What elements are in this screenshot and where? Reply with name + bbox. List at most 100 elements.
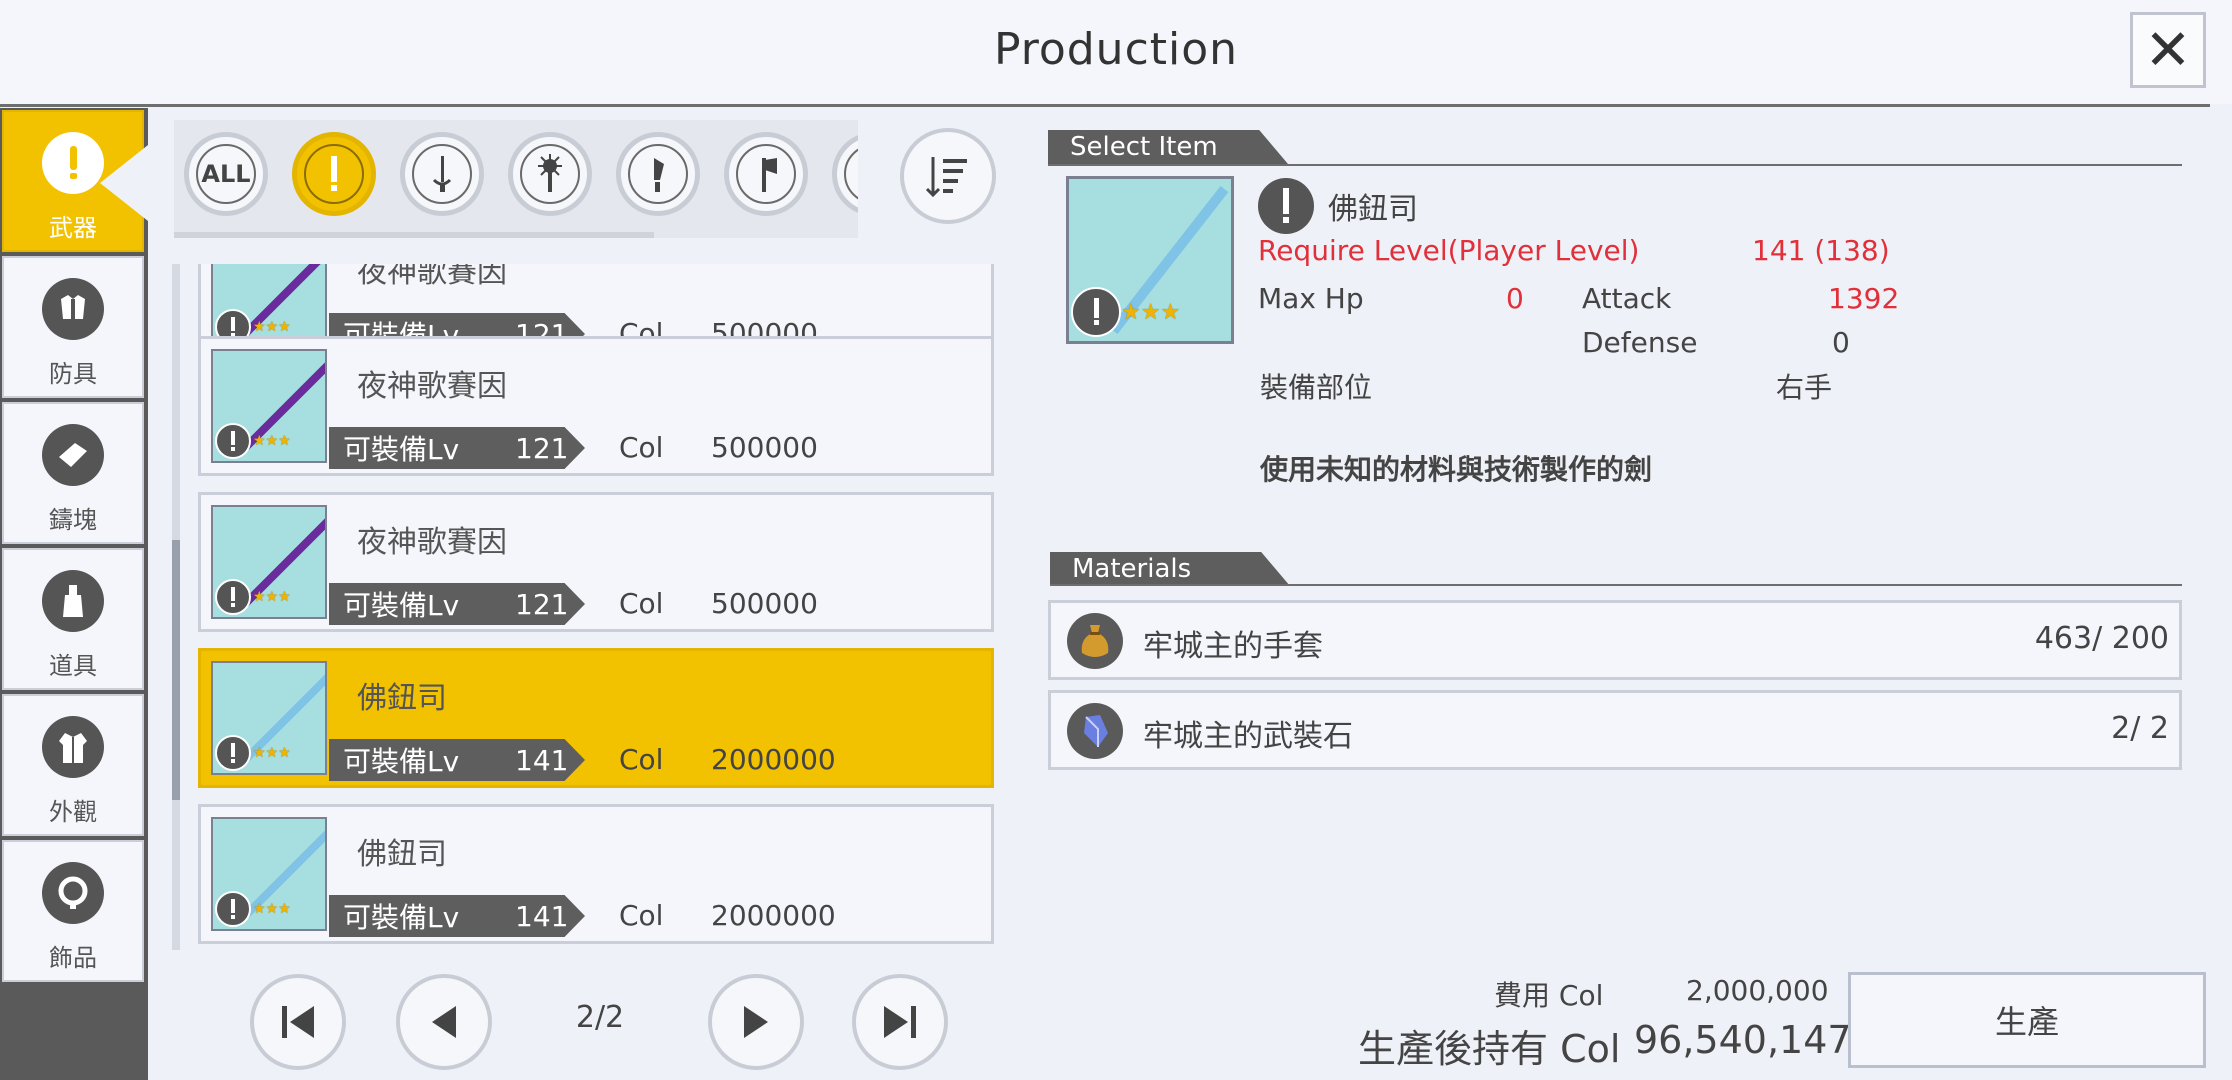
filter-axe-button[interactable] (724, 132, 808, 216)
rarity-stars: ★★★ (253, 319, 291, 335)
spear-icon (844, 144, 858, 204)
equip-slot-value: 右手 (1776, 371, 1833, 404)
sword-type-icon (215, 579, 251, 615)
filter-sword-button[interactable] (292, 132, 376, 216)
item-name: 夜神歌賽因 (357, 264, 507, 290)
material-row[interactable]: 牢城主的手套 463/ 200 (1048, 600, 2182, 680)
sword-type-icon (215, 423, 251, 459)
pouch-icon (1067, 613, 1123, 669)
next-page-button[interactable] (708, 974, 804, 1070)
materials-header: Materials (1050, 552, 1290, 586)
equip-slot-label: 裝備部位 (1260, 371, 1373, 404)
level-label: 可裝備Lv (343, 901, 460, 934)
col-value: 2000000 (711, 743, 836, 776)
page-title: Production (993, 24, 1239, 75)
item-thumbnail: ★★★ (211, 661, 327, 775)
level-bar: 可裝備Lv 121 (329, 583, 585, 625)
item-name: 佛鈕司 (357, 837, 447, 872)
armor-icon (42, 278, 104, 340)
category-label: 防具 (49, 360, 97, 388)
category-label: 鑄塊 (49, 506, 97, 534)
item-row[interactable]: ★★★ 佛鈕司 可裝備Lv 141 Col 2000000 (198, 804, 994, 944)
col-label: Col (619, 587, 664, 620)
section-divider (1048, 164, 2182, 166)
level-label: 可裝備Lv (343, 589, 460, 622)
col-value: 500000 (711, 587, 818, 620)
selected-item-name: 佛鈕司 (1328, 192, 1418, 227)
rarity-stars: ★★★ (253, 589, 291, 605)
filter-spear-button[interactable] (832, 132, 858, 216)
section-title: Select Item (1070, 132, 1218, 162)
defense-value: 0 (1832, 326, 1850, 359)
material-row[interactable]: 牢城主的武裝石 2/ 2 (1048, 690, 2182, 770)
item-thumbnail: ★★★ (211, 817, 327, 931)
level-value: 121 (515, 587, 569, 621)
category-label: 飾品 (49, 944, 97, 972)
potion-icon (42, 570, 104, 632)
sword-type-icon (1071, 287, 1121, 337)
weapon-filter-bar: ALL (174, 120, 858, 238)
remaining-col-label: 生產後持有 Col (1358, 1027, 1621, 1071)
prev-page-button[interactable] (396, 974, 492, 1070)
dagger-icon (628, 144, 688, 204)
col-label: Col (619, 743, 664, 776)
category-accessory[interactable]: 飾品 (2, 840, 144, 982)
col-value: 500000 (711, 431, 818, 464)
close-button[interactable]: ✕ (2130, 12, 2206, 88)
category-label: 外觀 (49, 798, 97, 826)
filter-rapier-button[interactable] (400, 132, 484, 216)
first-page-icon (282, 1006, 314, 1038)
close-icon: ✕ (2144, 17, 2192, 83)
sword-type-icon (215, 735, 251, 771)
sort-icon (925, 157, 967, 198)
axe-icon (736, 144, 796, 204)
category-armor[interactable]: 防具 (2, 256, 144, 398)
material-name: 牢城主的手套 (1143, 629, 1323, 664)
filter-all-button[interactable]: ALL (184, 132, 268, 216)
filter-scrollbar[interactable] (174, 232, 654, 238)
item-row[interactable]: ★★★ 夜神歌賽因 可裝備Lv 121 Col 500000 (198, 492, 994, 632)
rarity-stars: ★★★ (1121, 299, 1181, 325)
one-handed-sword-icon (1258, 178, 1314, 234)
filter-dagger-button[interactable] (616, 132, 700, 216)
material-name: 牢城主的武裝石 (1143, 719, 1353, 754)
level-value: 141 (515, 743, 569, 777)
first-page-button[interactable] (250, 974, 346, 1070)
sword-icon (42, 132, 104, 194)
category-appearance[interactable]: 外觀 (2, 694, 144, 836)
ingot-icon (42, 424, 104, 486)
item-row[interactable]: ★★★ 夜神歌賽因 可裝備Lv 121 Col 500000 (198, 336, 994, 476)
category-ingot[interactable]: 鑄塊 (2, 402, 144, 544)
max-hp-label: Max Hp (1258, 282, 1364, 315)
require-level-value: 141 (138) (1752, 234, 1890, 267)
last-page-icon (884, 1006, 916, 1038)
cost-value: 2,000,000 (1686, 974, 1829, 1007)
item-name: 佛鈕司 (357, 681, 447, 716)
sort-button[interactable] (900, 128, 996, 224)
attack-label: Attack (1582, 282, 1672, 315)
item-thumbnail: ★★★ (211, 349, 327, 463)
rarity-stars: ★★★ (253, 901, 291, 917)
item-list: ★★★ 夜神歌賽因 可裝備Lv 121 Col 500000 ★★★ 夜神歌賽因 … (172, 264, 1002, 950)
next-page-icon (744, 1006, 768, 1038)
ring-icon (42, 862, 104, 924)
crystal-icon (1067, 703, 1123, 759)
section-divider (1050, 584, 2182, 586)
item-thumbnail: ★★★ (211, 505, 327, 619)
produce-button[interactable]: 生產 (1848, 972, 2206, 1068)
sword-type-icon (215, 891, 251, 927)
coat-icon (42, 716, 104, 778)
col-label: Col (619, 899, 664, 932)
last-page-button[interactable] (852, 974, 948, 1070)
filter-label: ALL (196, 144, 256, 204)
filter-mace-button[interactable] (508, 132, 592, 216)
item-row-selected[interactable]: ★★★ 佛鈕司 可裝備Lv 141 Col 2000000 (198, 648, 994, 788)
category-sidebar: 武器 防具 鑄塊 道具 外觀 飾品 (0, 108, 148, 1080)
item-description: 使用未知的材料與技術製作的劍 (1260, 453, 1653, 486)
level-bar: 可裝備Lv 121 (329, 427, 585, 469)
col-value: 2000000 (711, 899, 836, 932)
category-item[interactable]: 道具 (2, 548, 144, 690)
remaining-col-value: 96,540,147 (1634, 1018, 1852, 1062)
category-label: 武器 (49, 214, 97, 242)
level-bar: 可裝備Lv 141 (329, 739, 585, 781)
